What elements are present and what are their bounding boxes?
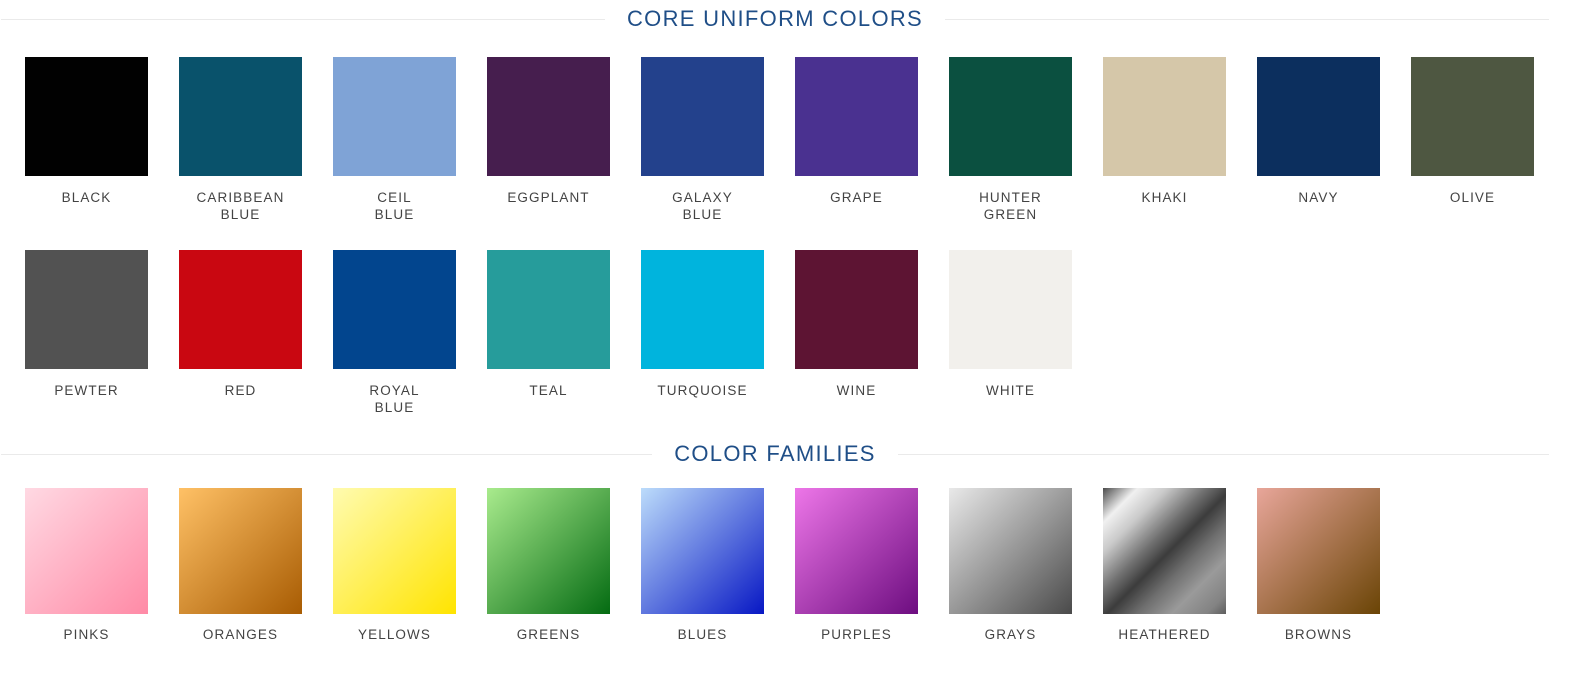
section-rule-left	[1, 18, 605, 20]
swatch-cell[interactable]: ROYAL BLUE	[333, 250, 456, 417]
color-swatch-pinks[interactable]	[25, 488, 148, 614]
swatch-cell[interactable]: ORANGES	[179, 488, 302, 643]
section-rule-right	[945, 18, 1549, 20]
swatch-cell[interactable]: HEATHERED	[1103, 488, 1226, 643]
swatch-label: GRAYS	[984, 627, 1037, 642]
swatch-label: PEWTER	[54, 383, 119, 398]
swatch-label: ROYAL BLUE	[369, 383, 420, 416]
swatch-label: GREENS	[516, 627, 581, 642]
color-swatch-navy[interactable]	[1257, 57, 1380, 176]
swatch-row-color-families: PINKS ORANGES YELLOWS GREENS BLUES PURPLES GRA…	[0, 488, 1571, 643]
swatch-cell[interactable]: GREENS	[487, 488, 610, 643]
section-header-core-uniform-colors: CORE UNIFORM COLORS	[0, 8, 1550, 30]
swatch-label: CARIBBEAN BLUE	[196, 190, 285, 223]
swatch-label: BROWNS	[1284, 627, 1353, 642]
color-swatch-blues[interactable]	[641, 488, 764, 614]
color-swatch-khaki[interactable]	[1103, 57, 1226, 176]
swatch-cell[interactable]: TURQUOISE	[641, 250, 764, 417]
color-swatch-olive[interactable]	[1411, 57, 1534, 176]
swatch-label: BLUES	[677, 627, 728, 642]
color-swatch-black[interactable]	[25, 57, 148, 176]
swatch-label: GRAPE	[830, 190, 883, 205]
color-swatch-ceil-blue[interactable]	[333, 57, 456, 176]
color-swatch-grape[interactable]	[795, 57, 918, 176]
color-swatch-grays[interactable]	[949, 488, 1072, 614]
color-swatch-royal-blue[interactable]	[333, 250, 456, 369]
swatch-cell[interactable]: BLUES	[641, 488, 764, 643]
color-swatch-heathered[interactable]	[1103, 488, 1226, 614]
swatch-label: OLIVE	[1449, 190, 1496, 205]
color-swatch-teal[interactable]	[487, 250, 610, 369]
swatch-label: ORANGES	[202, 627, 279, 642]
swatch-cell[interactable]: GALAXY BLUE	[641, 57, 764, 224]
color-swatch-yellows[interactable]	[333, 488, 456, 614]
swatch-cell[interactable]: PURPLES	[795, 488, 918, 643]
swatch-cell[interactable]: HUNTER GREEN	[949, 57, 1072, 224]
swatch-cell[interactable]: WHITE	[949, 250, 1072, 417]
color-swatch-browns[interactable]	[1257, 488, 1380, 614]
color-swatch-turquoise[interactable]	[641, 250, 764, 369]
swatch-label: YELLOWS	[358, 627, 431, 642]
swatch-cell[interactable]: GRAPE	[795, 57, 918, 224]
color-swatch-hunter-green[interactable]	[949, 57, 1072, 176]
swatch-label: WINE	[836, 383, 877, 398]
swatch-cell[interactable]: NAVY	[1257, 57, 1380, 224]
color-swatch-oranges[interactable]	[179, 488, 302, 614]
section-header-color-families: COLOR FAMILIES	[0, 443, 1550, 465]
swatch-label: RED	[224, 383, 257, 398]
swatch-cell[interactable]: CARIBBEAN BLUE	[179, 57, 302, 224]
swatch-cell[interactable]: EGGPLANT	[487, 57, 610, 224]
section-title-color-families: COLOR FAMILIES	[674, 441, 876, 466]
swatch-label: GALAXY BLUE	[672, 190, 733, 223]
swatch-cell[interactable]: BLACK	[25, 57, 148, 224]
swatch-cell[interactable]: PEWTER	[25, 250, 148, 417]
swatch-label: CEIL BLUE	[374, 190, 415, 223]
swatch-label: BLACK	[61, 190, 112, 205]
swatch-cell[interactable]: BROWNS	[1257, 488, 1380, 643]
swatch-cell[interactable]: RED	[179, 250, 302, 417]
swatch-label: PINKS	[63, 627, 110, 642]
swatch-label: HEATHERED	[1118, 627, 1211, 642]
swatch-cell[interactable]: OLIVE	[1411, 57, 1534, 224]
section-rule-right	[897, 453, 1549, 455]
color-swatch-pewter[interactable]	[25, 250, 148, 369]
color-swatch-galaxy-blue[interactable]	[641, 57, 764, 176]
swatch-label: HUNTER GREEN	[979, 190, 1042, 223]
color-swatch-wine[interactable]	[795, 250, 918, 369]
color-swatch-caribbean-blue[interactable]	[179, 57, 302, 176]
swatch-label: PURPLES	[821, 627, 892, 642]
swatch-cell[interactable]: TEAL	[487, 250, 610, 417]
swatch-row-core-1: BLACK CARIBBEAN BLUE CEIL BLUE EGGPLANT GALA…	[0, 57, 1571, 224]
swatch-label: NAVY	[1298, 190, 1339, 205]
swatch-cell[interactable]: CEIL BLUE	[333, 57, 456, 224]
swatch-cell[interactable]: YELLOWS	[333, 488, 456, 643]
color-swatch-greens[interactable]	[487, 488, 610, 614]
section-title-core-uniform-colors: CORE UNIFORM COLORS	[626, 6, 924, 31]
color-swatch-white[interactable]	[949, 250, 1072, 369]
swatch-label: TURQUOISE	[657, 383, 748, 398]
color-swatch-eggplant[interactable]	[487, 57, 610, 176]
swatch-row-core-2: PEWTER RED ROYAL BLUE TEAL TURQUOISE WINE WHIT…	[0, 250, 1571, 417]
color-swatch-red[interactable]	[179, 250, 302, 369]
swatch-label: EGGPLANT	[507, 190, 590, 205]
swatch-cell[interactable]: GRAYS	[949, 488, 1072, 643]
swatch-label: KHAKI	[1141, 190, 1188, 205]
swatch-label: TEAL	[529, 383, 568, 398]
swatch-cell[interactable]: KHAKI	[1103, 57, 1226, 224]
section-rule-left	[1, 453, 653, 455]
swatch-cell[interactable]: WINE	[795, 250, 918, 417]
swatch-cell[interactable]: PINKS	[25, 488, 148, 643]
color-swatch-purples[interactable]	[795, 488, 918, 614]
swatch-label: WHITE	[986, 383, 1035, 398]
